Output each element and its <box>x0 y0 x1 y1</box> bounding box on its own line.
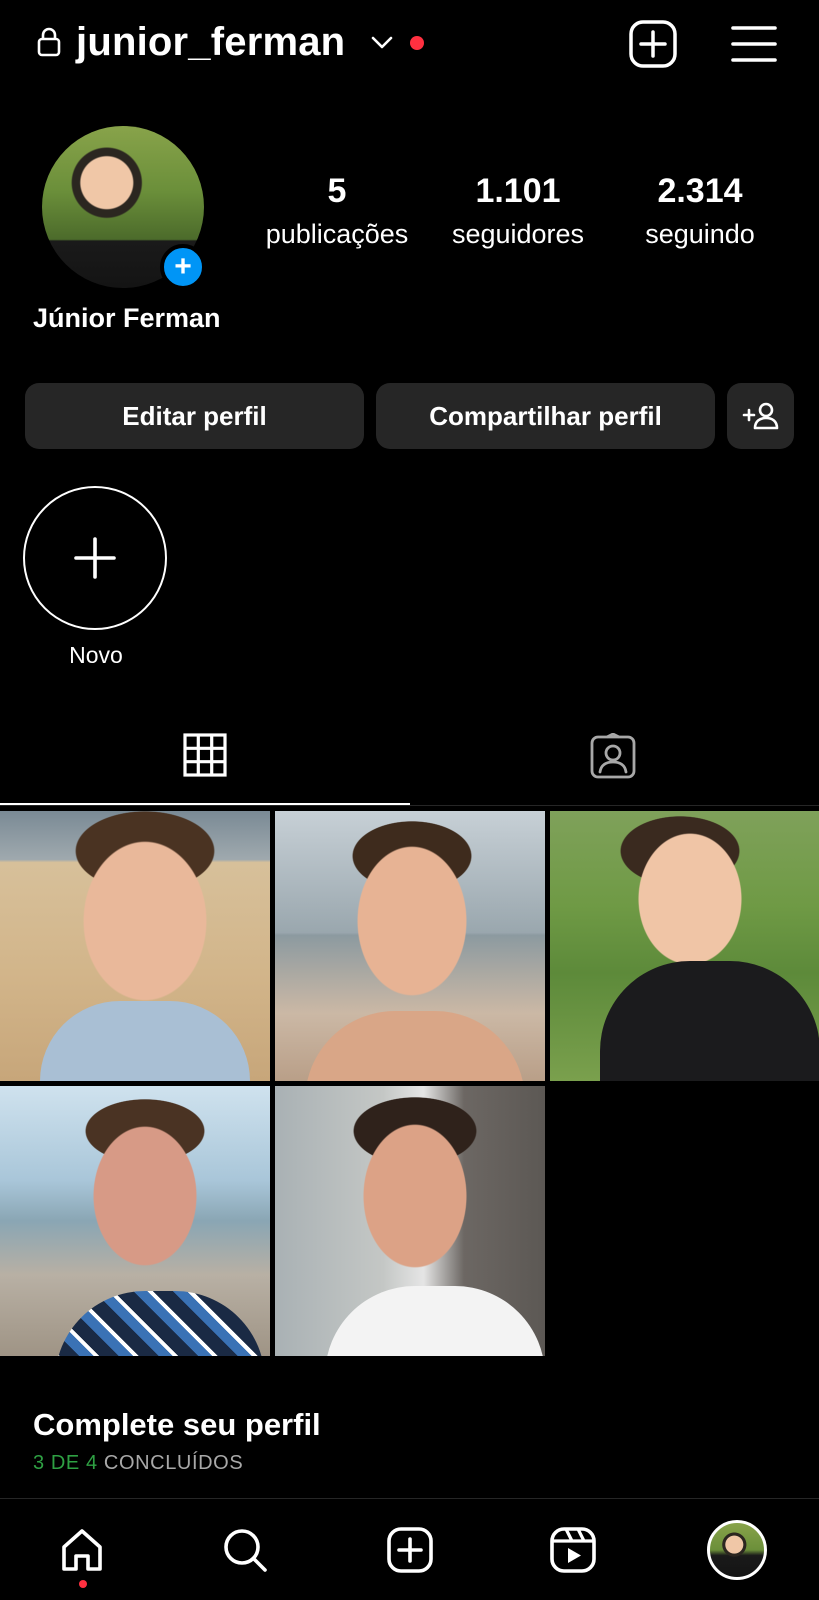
profile-avatar-icon <box>707 1519 767 1580</box>
stat-followers[interactable]: 1.101 seguidores <box>433 170 603 252</box>
stat-following-label: seguindo <box>645 219 755 249</box>
progress-text: CONCLUÍDOS <box>103 1452 244 1474</box>
discover-people-button[interactable] <box>727 383 794 449</box>
nav-profile[interactable] <box>687 1499 787 1600</box>
tab-grid[interactable] <box>0 720 410 806</box>
stat-following[interactable]: 2.314 seguindo <box>615 170 785 252</box>
post-thumbnail[interactable] <box>275 1086 545 1356</box>
chevron-down-icon[interactable] <box>370 32 394 52</box>
post-thumbnail[interactable] <box>0 811 270 1081</box>
new-highlight-button[interactable] <box>23 486 167 630</box>
stat-following-value: 2.314 <box>657 172 743 210</box>
tagged-user-icon <box>590 733 636 779</box>
plus-square-icon <box>387 1526 433 1573</box>
complete-profile-title[interactable]: Complete seu perfil <box>33 1405 321 1445</box>
stat-posts-label: publicações <box>265 219 409 249</box>
nav-reels[interactable] <box>523 1499 623 1600</box>
username-switcher[interactable]: junior_ferman <box>76 14 345 70</box>
lock-icon <box>37 27 61 57</box>
stat-posts[interactable]: 5 publicações <box>252 170 422 252</box>
post-thumbnail[interactable] <box>550 811 819 1081</box>
plus-icon <box>74 537 116 579</box>
post-detail <box>40 1001 250 1081</box>
tab-tagged[interactable] <box>410 720 819 806</box>
stat-followers-label: seguidores <box>451 219 585 249</box>
add-person-icon <box>742 402 778 430</box>
add-story-badge[interactable]: + <box>160 244 206 290</box>
home-icon <box>62 1528 102 1571</box>
complete-profile-progress: 3 DE 4 CONCLUÍDOS <box>33 1450 243 1476</box>
post-detail <box>55 1291 265 1356</box>
post-detail <box>600 961 819 1081</box>
bottom-navigation <box>0 1499 819 1600</box>
post-thumbnail[interactable] <box>0 1086 270 1356</box>
home-notification-dot <box>79 1580 87 1588</box>
hamburger-menu-icon[interactable] <box>730 22 778 66</box>
progress-count: 3 DE 4 <box>33 1452 98 1474</box>
notification-dot <box>410 36 424 50</box>
display-name: Júnior Ferman <box>33 303 221 333</box>
share-profile-button[interactable]: Compartilhar perfil <box>376 383 715 449</box>
post-detail <box>325 1286 545 1356</box>
stat-posts-value: 5 <box>327 172 347 210</box>
search-icon <box>224 1528 267 1572</box>
grid-icon <box>183 733 227 777</box>
nav-create[interactable] <box>360 1499 460 1600</box>
post-detail <box>305 1011 525 1081</box>
nav-search[interactable] <box>195 1499 295 1600</box>
edit-profile-button[interactable]: Editar perfil <box>25 383 364 449</box>
plus-square-icon[interactable] <box>628 19 678 69</box>
reels-icon <box>550 1526 596 1573</box>
post-thumbnail[interactable] <box>275 811 545 1081</box>
stat-followers-value: 1.101 <box>475 172 561 210</box>
new-highlight-label: Novo <box>69 642 123 668</box>
tab-divider <box>0 805 819 806</box>
